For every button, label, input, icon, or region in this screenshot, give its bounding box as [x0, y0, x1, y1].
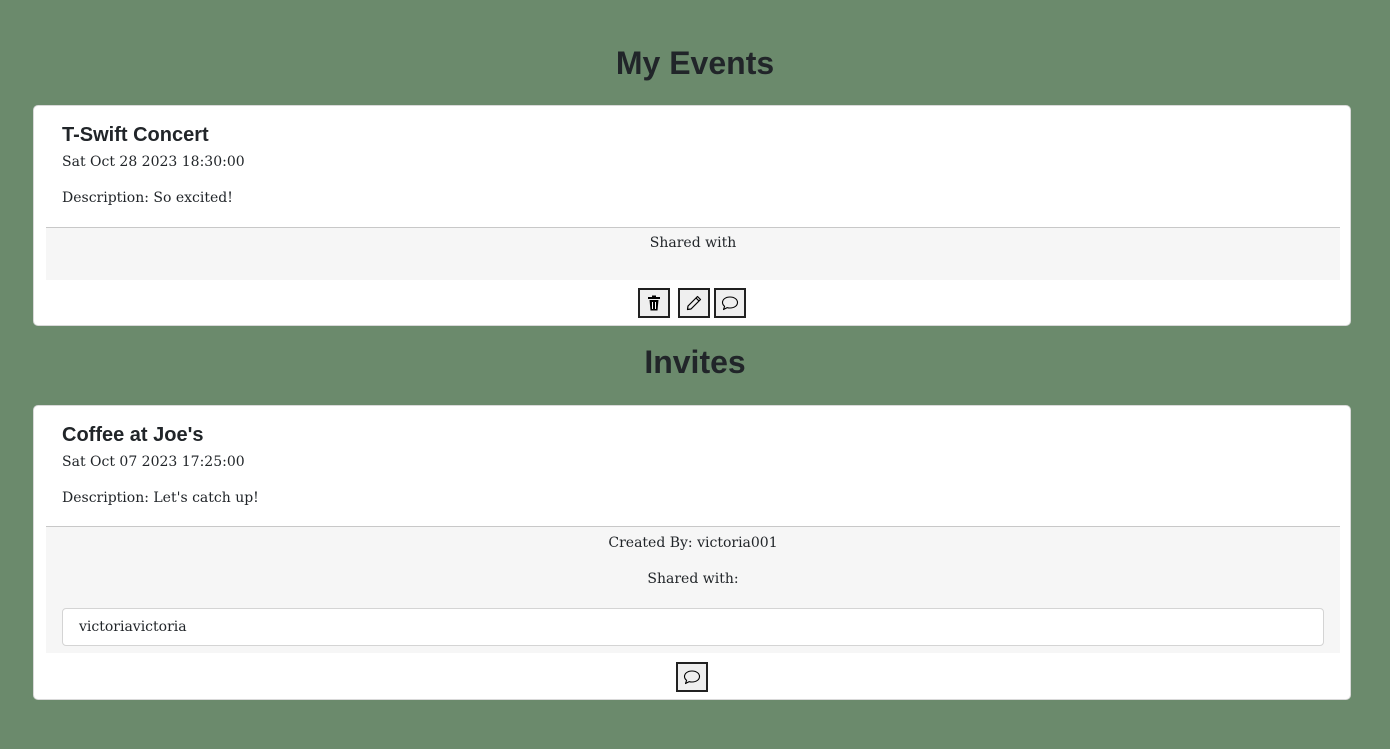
shared-with-label: Shared with [649, 235, 737, 251]
invite-name: Coffee at Joe's [62, 424, 204, 446]
trash-icon [648, 295, 660, 311]
shared-with-label: Shared with: [647, 571, 739, 587]
shared-user-name: victoriavictoria [79, 619, 187, 635]
event-actions [34, 288, 1350, 320]
event-date: Sat Oct 28 2023 18:30:00 [62, 154, 245, 170]
chat-bubble-icon [721, 296, 739, 311]
invite-actions [34, 662, 1350, 694]
invite-date: Sat Oct 07 2023 17:25:00 [62, 454, 245, 470]
comment-button[interactable] [714, 288, 746, 318]
shared-user-item: victoriavictoria [62, 608, 1324, 646]
event-shared-panel: Shared with [46, 227, 1340, 280]
invite-shared-panel: Created By: victoria001 Shared with: vic… [46, 526, 1340, 653]
chat-bubble-icon [683, 670, 701, 685]
my-events-title: My Events [615, 45, 775, 81]
delete-button[interactable] [638, 288, 670, 318]
invite-card: Coffee at Joe's Sat Oct 07 2023 17:25:00… [33, 405, 1351, 700]
event-card: T-Swift Concert Sat Oct 28 2023 18:30:00… [33, 105, 1351, 326]
created-by-label: Created By: victoria001 [608, 535, 778, 551]
comment-button[interactable] [676, 662, 708, 692]
edit-button[interactable] [678, 288, 710, 318]
invites-title: Invites [644, 344, 746, 380]
event-description: Description: So excited! [62, 190, 233, 206]
invite-description: Description: Let's catch up! [62, 490, 259, 506]
event-name: T-Swift Concert [62, 124, 209, 146]
pencil-icon [686, 295, 702, 311]
